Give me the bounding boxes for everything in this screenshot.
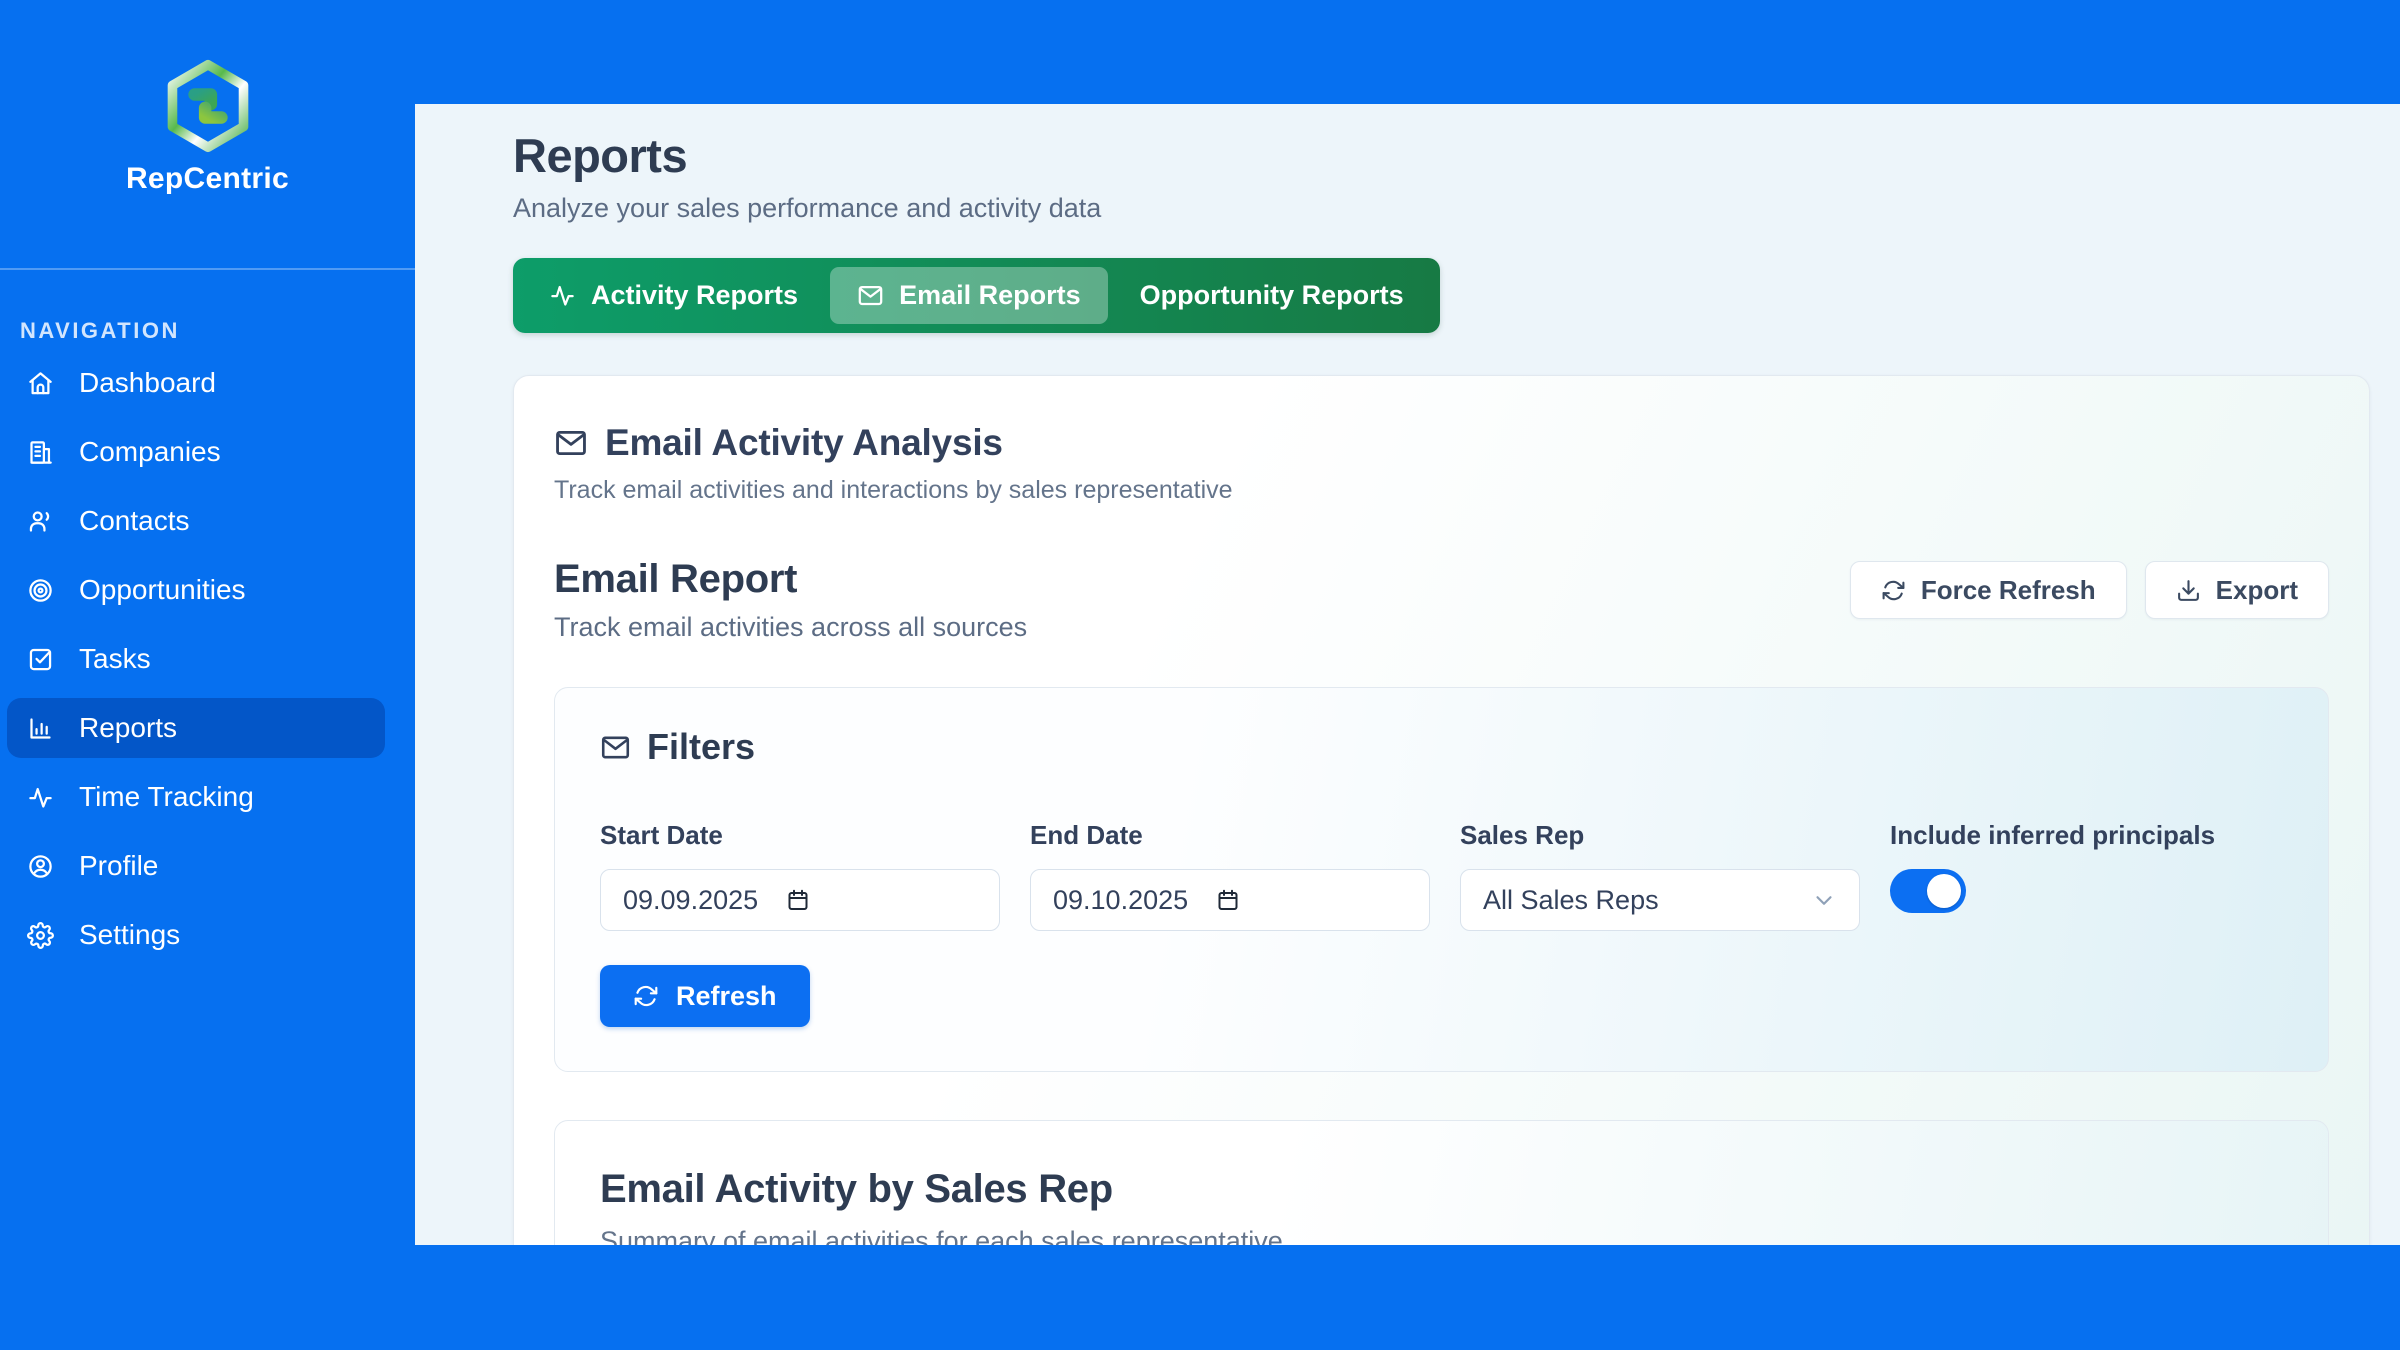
main-content: Reports Analyze your sales performance a… [415, 104, 2400, 1245]
refresh-label: Refresh [676, 981, 777, 1012]
activity-by-rep-title: Email Activity by Sales Rep [600, 1167, 2283, 1212]
sidebar-item-opportunities[interactable]: Opportunities [7, 560, 385, 620]
tab-email-reports[interactable]: Email Reports [830, 267, 1108, 324]
start-date-field-group: Start Date 09.09.2025 [600, 820, 1000, 931]
sidebar-item-dashboard[interactable]: Dashboard [7, 353, 385, 413]
mail-icon [600, 732, 631, 763]
include-inferred-label: Include inferred principals [1890, 820, 2283, 851]
end-date-value: 09.10.2025 [1053, 885, 1188, 916]
mail-icon [554, 426, 588, 460]
repcentric-logo-icon [160, 58, 256, 154]
sidebar-item-label: Profile [79, 850, 158, 882]
sidebar-item-profile[interactable]: Profile [7, 836, 385, 896]
tab-label: Opportunity Reports [1140, 280, 1404, 311]
bar-chart-icon [27, 715, 54, 742]
sidebar: RepCentric NAVIGATION Dashboard Companie… [0, 0, 415, 1350]
gear-icon [27, 922, 54, 949]
tab-label: Email Reports [899, 280, 1081, 311]
sidebar-item-reports[interactable]: Reports [7, 698, 385, 758]
refresh-icon [1881, 578, 1906, 603]
email-activity-analysis-card: Email Activity Analysis Track email acti… [513, 375, 2370, 1245]
logo-block: RepCentric [0, 0, 415, 196]
check-square-icon [27, 646, 54, 673]
sidebar-item-time-tracking[interactable]: Time Tracking [7, 767, 385, 827]
mail-icon [857, 282, 884, 309]
tab-label: Activity Reports [591, 280, 798, 311]
sales-rep-value: All Sales Reps [1483, 885, 1659, 916]
sidebar-item-contacts[interactable]: Contacts [7, 491, 385, 551]
activity-icon [549, 282, 576, 309]
download-icon [2176, 578, 2201, 603]
start-date-input[interactable]: 09.09.2025 [600, 869, 1000, 931]
sidebar-item-label: Reports [79, 712, 177, 744]
sidebar-item-label: Companies [79, 436, 221, 468]
target-icon [27, 577, 54, 604]
users-icon [27, 508, 54, 535]
email-activity-by-rep-card: Email Activity by Sales Rep Summary of e… [554, 1120, 2329, 1245]
nav-section-label: NAVIGATION [20, 318, 385, 344]
sidebar-item-tasks[interactable]: Tasks [7, 629, 385, 689]
home-icon [27, 370, 54, 397]
sidebar-item-label: Opportunities [79, 574, 246, 606]
analysis-title: Email Activity Analysis [605, 422, 1003, 464]
sidebar-item-companies[interactable]: Companies [7, 422, 385, 482]
force-refresh-button[interactable]: Force Refresh [1850, 561, 2127, 619]
refresh-button[interactable]: Refresh [600, 965, 810, 1027]
activity-icon [27, 784, 54, 811]
include-inferred-toggle[interactable] [1890, 869, 1966, 913]
sales-rep-select[interactable]: All Sales Reps [1460, 869, 1860, 931]
end-date-label: End Date [1030, 820, 1430, 851]
end-date-input[interactable]: 09.10.2025 [1030, 869, 1430, 931]
sidebar-item-label: Time Tracking [79, 781, 254, 813]
sales-rep-label: Sales Rep [1460, 820, 1860, 851]
email-report-title: Email Report [554, 557, 1027, 602]
calendar-icon[interactable] [786, 888, 810, 912]
analysis-subtitle: Track email activities and interactions … [554, 476, 2329, 505]
start-date-label: Start Date [600, 820, 1000, 851]
filters-title: Filters [647, 726, 755, 768]
refresh-icon [633, 983, 659, 1009]
app-name: RepCentric [126, 162, 289, 196]
sales-rep-field-group: Sales Rep All Sales Reps [1460, 820, 1860, 931]
start-date-value: 09.09.2025 [623, 885, 758, 916]
force-refresh-label: Force Refresh [1921, 575, 2096, 606]
chevron-down-icon [1811, 887, 1837, 913]
tab-activity-reports[interactable]: Activity Reports [522, 267, 825, 324]
tab-opportunity-reports[interactable]: Opportunity Reports [1113, 267, 1431, 324]
export-label: Export [2216, 575, 2298, 606]
sidebar-item-settings[interactable]: Settings [7, 905, 385, 965]
filters-card: Filters Start Date 09.09.2025 End Date 0… [554, 687, 2329, 1072]
sidebar-nav: NAVIGATION Dashboard Companies Contacts … [0, 318, 415, 965]
end-date-field-group: End Date 09.10.2025 [1030, 820, 1430, 931]
sidebar-item-label: Contacts [79, 505, 190, 537]
calendar-icon[interactable] [1216, 888, 1240, 912]
sidebar-item-label: Dashboard [79, 367, 216, 399]
report-tabs: Activity Reports Email Reports Opportuni… [513, 258, 1440, 333]
toggle-knob [1927, 874, 1961, 908]
building-icon [27, 439, 54, 466]
export-button[interactable]: Export [2145, 561, 2329, 619]
page-title: Reports [513, 128, 2372, 183]
activity-by-rep-subtitle: Summary of email activities for each sal… [600, 1226, 2283, 1245]
sidebar-item-label: Settings [79, 919, 180, 951]
page-subtitle: Analyze your sales performance and activ… [513, 193, 2372, 224]
user-circle-icon [27, 853, 54, 880]
include-inferred-field-group: Include inferred principals [1890, 820, 2283, 931]
email-report-subtitle: Track email activities across all source… [554, 612, 1027, 643]
sidebar-item-label: Tasks [79, 643, 151, 675]
sidebar-divider [0, 268, 415, 270]
